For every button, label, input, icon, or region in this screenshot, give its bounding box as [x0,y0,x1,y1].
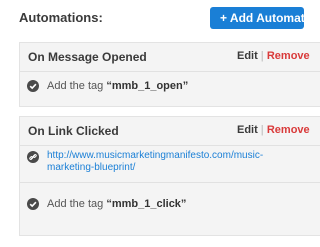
card-header: On Message Opened Edit | Remove [20,43,320,71]
tag-name: “mmb_1_open” [106,80,189,92]
action-separator: | [260,50,264,62]
check-circle-icon [27,80,39,92]
link-icon [27,151,39,163]
action-separator: | [260,124,264,136]
edit-link[interactable]: Edit [237,50,258,62]
card-title: On Link Clicked [28,124,119,138]
action-text: Add the tag “mmb_1_open” [47,80,188,92]
action-item-add-tag: Add the tag “mmb_1_click” [21,190,320,218]
remove-link[interactable]: Remove [267,50,310,62]
tag-name: “mmb_1_click” [106,198,187,210]
remove-link[interactable]: Remove [267,124,310,136]
automation-card-link-clicked: On Link Clicked Edit | Remove http://www.m… [19,116,320,236]
card-actions: Edit | Remove [237,124,310,136]
action-prefix: Add the tag [47,198,107,210]
automation-card-message-opened: On Message Opened Edit | Remove Add the ta… [19,42,320,107]
edit-link[interactable]: Edit [237,124,258,136]
trigger-link-url[interactable]: http://www.musicmarketingmanifesto.com/m… [47,150,297,174]
item-divider [20,182,320,183]
action-text: Add the tag “mmb_1_click” [47,198,186,210]
trigger-link-item: http://www.musicmarketingmanifesto.com/m… [21,146,320,182]
automations-title: Automations: [19,10,103,25]
card-actions: Edit | Remove [237,50,310,62]
automations-panel: Automations: + Add Automation On Message… [0,0,320,247]
card-header: On Link Clicked Edit | Remove [20,117,320,145]
card-title: On Message Opened [28,50,147,64]
action-prefix: Add the tag [47,80,107,92]
automations-header: Automations: + Add Automation [19,7,304,29]
check-circle-icon [27,198,39,210]
action-item-add-tag: Add the tag “mmb_1_open” [21,72,320,100]
add-automation-button[interactable]: + Add Automation [210,7,304,29]
